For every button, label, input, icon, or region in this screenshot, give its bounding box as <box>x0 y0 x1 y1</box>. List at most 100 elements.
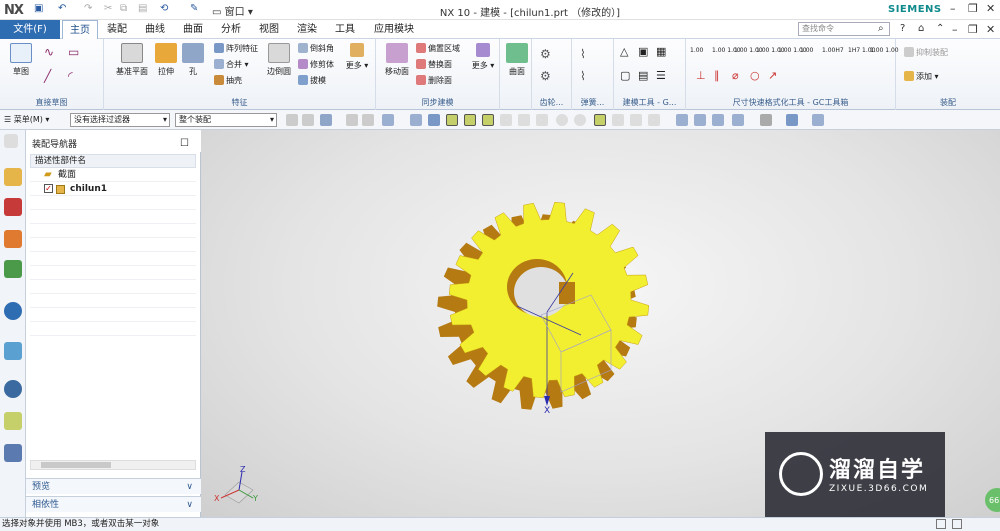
datum-plane-button[interactable]: 基准平面 <box>112 43 152 77</box>
snap-center-icon[interactable] <box>556 114 568 126</box>
save-icon[interactable]: ▣ <box>34 3 43 14</box>
tab-home[interactable]: 主页 <box>62 20 98 39</box>
tab-view[interactable]: 视图 <box>254 20 284 39</box>
help-icon[interactable]: ? <box>900 23 905 34</box>
surface-button[interactable]: 曲面 <box>504 43 530 77</box>
hd3d-tools-icon[interactable] <box>4 302 22 320</box>
tab-assembly[interactable]: 装配 <box>102 20 132 39</box>
parallel-icon[interactable]: ∥ <box>714 69 720 82</box>
offset-region-button[interactable]: 偏置区域 <box>416 43 460 54</box>
draft-button[interactable]: 拔模 <box>298 75 326 86</box>
tab-analysis[interactable]: 分析 <box>216 20 246 39</box>
close-icon[interactable]: ✕ <box>986 2 995 15</box>
constraint-navigator-icon[interactable] <box>4 198 22 216</box>
chamfer-button[interactable]: 倒斜角 <box>298 43 334 54</box>
maximize-panel-icon[interactable]: ☐ <box>180 138 189 149</box>
menu-button[interactable]: ☰ 菜单(M) ▾ <box>4 114 49 125</box>
fit-view-icon[interactable] <box>676 114 688 126</box>
replace-face-button[interactable]: 替换面 <box>416 59 452 70</box>
file-menu-button[interactable]: 文件(F) <box>0 20 60 39</box>
shell-button[interactable]: 抽壳 <box>214 75 242 86</box>
scrollbar-thumb[interactable] <box>41 462 111 468</box>
home-icon[interactable]: ⌂ <box>918 23 924 34</box>
tree-row-section[interactable]: ▰ 截面 <box>30 168 196 182</box>
dependencies-section[interactable]: 相依性 ∨ <box>26 496 201 512</box>
status-layout-icon[interactable] <box>952 519 962 529</box>
gear-modeling-icon[interactable]: ⚙ <box>540 47 551 61</box>
zoom-icon[interactable] <box>694 114 706 126</box>
snap-icon-3[interactable] <box>346 114 358 126</box>
gear-edit-icon[interactable]: ⚙ <box>540 69 551 83</box>
suppress-assembly-button[interactable]: 抑制装配 <box>904 47 948 58</box>
perpendicular-icon[interactable]: ⊥ <box>696 69 706 82</box>
edge-blend-button[interactable]: 边倒圆 <box>264 43 294 77</box>
dim-format-9[interactable]: 1.00 1.00 <box>870 47 899 54</box>
more-sync-button[interactable]: 更多 ▾ <box>470 43 496 71</box>
minimize-icon[interactable]: – <box>950 2 956 15</box>
selection-scope-dropdown[interactable]: 整个装配 <box>175 113 277 127</box>
section-view-icon[interactable] <box>812 114 824 126</box>
snap-quadrant-icon[interactable] <box>574 114 586 126</box>
snap-point-icon[interactable] <box>594 114 606 126</box>
extrude-button[interactable]: 拉伸 <box>154 43 178 77</box>
copy-icon[interactable]: ⧉ <box>120 3 127 14</box>
more-feature-button[interactable]: 更多 ▾ <box>344 43 370 71</box>
show-icon[interactable] <box>410 114 422 126</box>
spring-delete-icon[interactable]: ⌇ <box>580 69 586 83</box>
navigator-column-header[interactable]: 描述性部件名 <box>30 154 196 168</box>
delete-face-button[interactable]: 删除面 <box>416 75 452 86</box>
snap-intersect-icon[interactable] <box>518 114 530 126</box>
solid-icon[interactable] <box>428 114 440 126</box>
doc-restore-icon[interactable]: ❐ <box>968 23 978 36</box>
selection-filter-dropdown[interactable]: 没有选择过滤器 <box>70 113 170 127</box>
move-face-button[interactable]: 移动面 <box>382 43 412 77</box>
process-studio-icon[interactable] <box>4 444 22 462</box>
snap-icon-2[interactable] <box>302 114 314 126</box>
table-tool-icon[interactable]: ▤ <box>638 69 648 82</box>
dim-format-7[interactable]: 1.00H7 <box>822 47 844 54</box>
window-menu[interactable]: ▭ 窗口 ▾ <box>212 3 253 18</box>
preview-section[interactable]: 预览 ∨ <box>26 478 201 494</box>
snap-icon-1[interactable] <box>286 114 298 126</box>
view-triad[interactable]: Z X Y <box>214 465 258 504</box>
snap-doc-icon[interactable] <box>648 114 660 126</box>
snap-icon-4[interactable] <box>362 114 374 126</box>
tab-applications[interactable]: 应用模块 <box>370 20 418 39</box>
collapse-ribbon-icon[interactable]: ⌃ <box>936 23 944 34</box>
select-rect-icon[interactable] <box>382 114 394 126</box>
tab-tools[interactable]: 工具 <box>330 20 360 39</box>
paste-icon[interactable]: ▤ <box>138 3 147 14</box>
restore-icon[interactable]: ❐ <box>968 2 978 15</box>
spring-icon[interactable]: ⌇ <box>580 47 586 61</box>
part-navigator-icon[interactable] <box>4 230 22 248</box>
runout-icon[interactable]: ↗ <box>768 69 777 82</box>
diameter-icon[interactable]: ⌀ <box>732 69 739 82</box>
snap-endpoint-icon[interactable] <box>446 114 458 126</box>
orient-view-icon[interactable] <box>732 114 744 126</box>
tab-curve[interactable]: 曲线 <box>140 20 170 39</box>
system-materials-icon[interactable] <box>4 412 22 430</box>
assembly-navigator-icon[interactable] <box>4 168 22 186</box>
unite-button[interactable]: 合并 ▾ <box>214 59 249 70</box>
search-icon[interactable]: ⌕ <box>878 23 884 34</box>
snap-midpoint-icon[interactable] <box>464 114 476 126</box>
repeat-command-icon[interactable]: ⟲ <box>160 3 168 14</box>
doc-close-icon[interactable]: ✕ <box>986 23 995 36</box>
hole-button[interactable]: 孔 <box>182 43 204 77</box>
redo-icon[interactable]: ↷ <box>84 3 92 14</box>
tree-row-chilun1[interactable]: ✓ chilun1 <box>30 182 196 196</box>
cut-icon[interactable]: ✂ <box>104 3 112 14</box>
line-icon[interactable]: ╱ <box>44 69 51 83</box>
circle-tol-icon[interactable]: ○ <box>750 69 760 82</box>
dim-format-6[interactable]: 1.00 <box>800 47 813 54</box>
shaded-icon[interactable] <box>786 114 798 126</box>
box-tool-icon[interactable]: ▣ <box>638 45 648 58</box>
list-tool-icon[interactable]: ☰ <box>656 69 666 82</box>
spline-icon[interactable]: ∿ <box>44 45 54 59</box>
rectangle-icon[interactable]: ▭ <box>68 45 79 59</box>
pattern-feature-button[interactable]: 阵列特征 <box>214 43 258 54</box>
rotate-icon[interactable] <box>712 114 724 126</box>
reuse-library-icon[interactable] <box>4 260 22 278</box>
render-style-icon[interactable] <box>760 114 772 126</box>
dim-format-1[interactable]: 1.00 <box>690 47 703 54</box>
